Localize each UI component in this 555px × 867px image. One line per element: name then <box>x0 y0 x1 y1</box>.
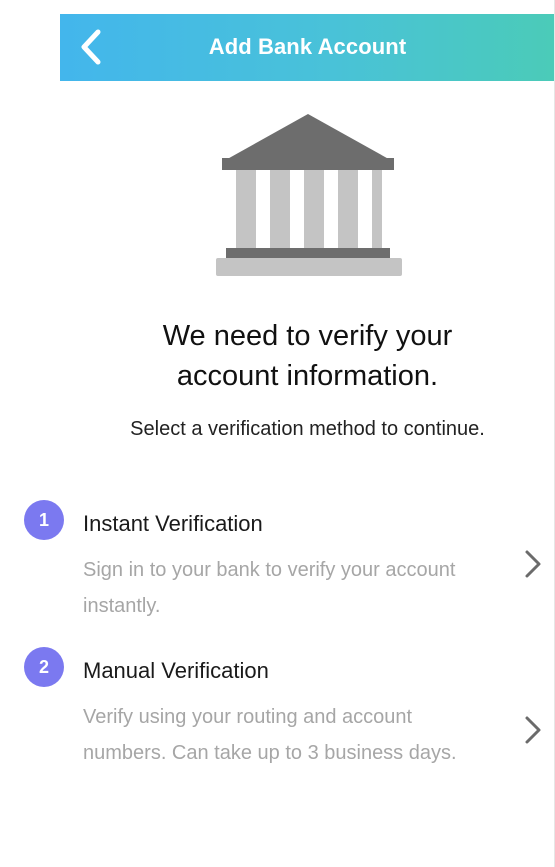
step-badge: 1 <box>24 500 64 540</box>
chevron-right-icon <box>525 550 541 578</box>
option-title: Instant Verification <box>83 511 263 536</box>
chevron-right-icon <box>525 716 541 744</box>
navigation-header: Add Bank Account <box>60 14 554 81</box>
option-title: Manual Verification <box>83 658 269 683</box>
option-description: Verify using your routing and account nu… <box>83 706 457 764</box>
headline-line-2: account information. <box>176 360 439 392</box>
instant-verification-option[interactable]: 1 Instant Verification Sign in to your b… <box>0 500 554 620</box>
step-badge: 2 <box>24 647 64 687</box>
bank-building-icon <box>212 112 404 280</box>
headline-line-1: We need to verify your <box>162 320 453 352</box>
screen: Add Bank Account We need to verify your … <box>0 0 555 867</box>
subtitle: Select a verification method to continue… <box>130 418 485 440</box>
manual-verification-option[interactable]: 2 Manual Verification Verify using your … <box>0 647 554 807</box>
option-description: Sign in to your bank to verify your acco… <box>83 559 456 617</box>
page-title: Add Bank Account <box>208 34 407 59</box>
